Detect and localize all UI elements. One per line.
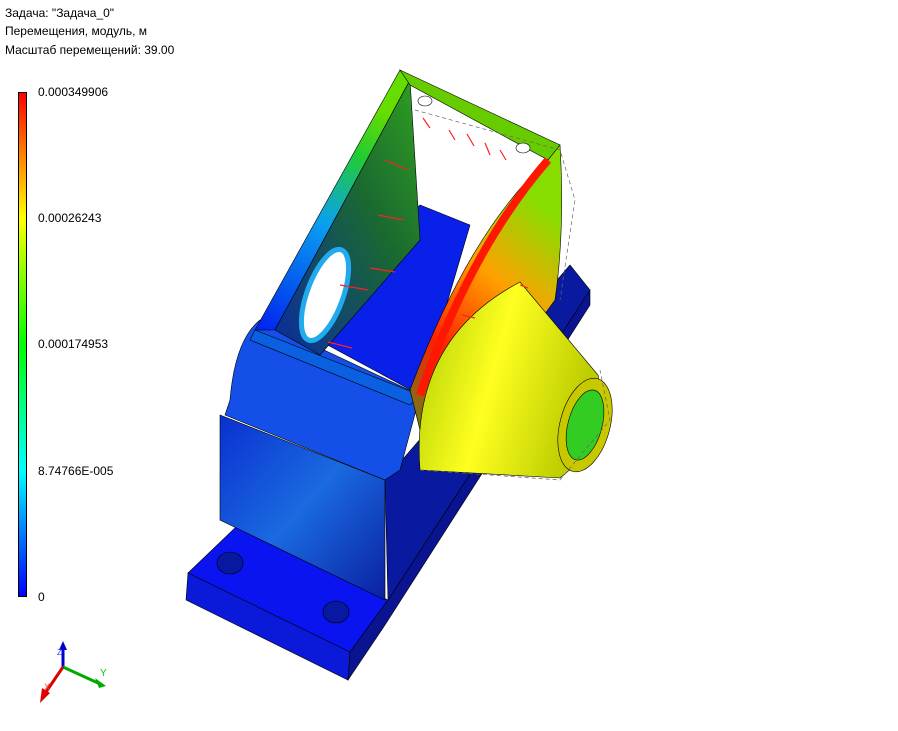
x-axis-label: X	[44, 682, 50, 692]
bracket-model	[185, 69, 613, 682]
model-viewport[interactable]: Y X Z	[0, 0, 898, 731]
axis-triad: Y X Z	[40, 641, 107, 703]
y-axis-arrow	[62, 665, 99, 685]
z-axis-label: Z	[57, 648, 62, 657]
y-axis-label: Y	[100, 668, 107, 679]
